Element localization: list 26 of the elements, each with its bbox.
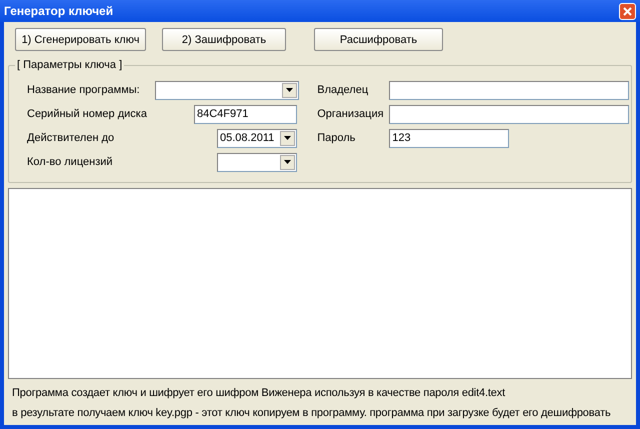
field-label: Кол-во лицензий bbox=[27, 156, 114, 168]
field-label: Пароль bbox=[317, 132, 356, 144]
dropdown-icon[interactable] bbox=[282, 82, 297, 98]
memo-field[interactable] bbox=[8, 188, 632, 379]
action-button[interactable]: 1) Сгенерировать ключ bbox=[15, 28, 146, 51]
group-title: [ Параметры ключа ] bbox=[15, 59, 124, 71]
input-field[interactable]: 84C4F971 bbox=[194, 104, 297, 124]
field-label: Владелец bbox=[317, 84, 370, 96]
window-title: Генератор ключей bbox=[4, 4, 114, 18]
field-label: Действителен до bbox=[27, 132, 116, 144]
dropdown-field[interactable] bbox=[217, 152, 297, 172]
field-label: Название программы: bbox=[27, 84, 141, 96]
dropdown-icon[interactable] bbox=[280, 130, 295, 146]
input-field[interactable] bbox=[389, 80, 630, 100]
action-button[interactable]: 2) Зашифровать bbox=[162, 28, 286, 51]
dropdown-icon[interactable] bbox=[280, 154, 295, 170]
close-icon[interactable] bbox=[619, 2, 636, 20]
input-field[interactable]: 123 bbox=[389, 128, 510, 148]
field-label: Серийный номер диска bbox=[27, 108, 148, 120]
action-button[interactable]: Расшифровать bbox=[314, 28, 443, 51]
info-text: в результате получаем ключ key.pgp - этот ключ копируем в программу. программа при загрузке будет его дешифровать bbox=[12, 407, 612, 419]
field-label: Организация bbox=[317, 108, 385, 120]
input-field[interactable] bbox=[389, 104, 630, 124]
dropdown-field[interactable]: 05.08.2011 bbox=[217, 128, 297, 148]
info-text: Программа создает ключ и шифрует его шифром Виженера используя в качестве пароля edit4.text bbox=[12, 387, 506, 399]
dropdown-field[interactable] bbox=[155, 80, 299, 100]
